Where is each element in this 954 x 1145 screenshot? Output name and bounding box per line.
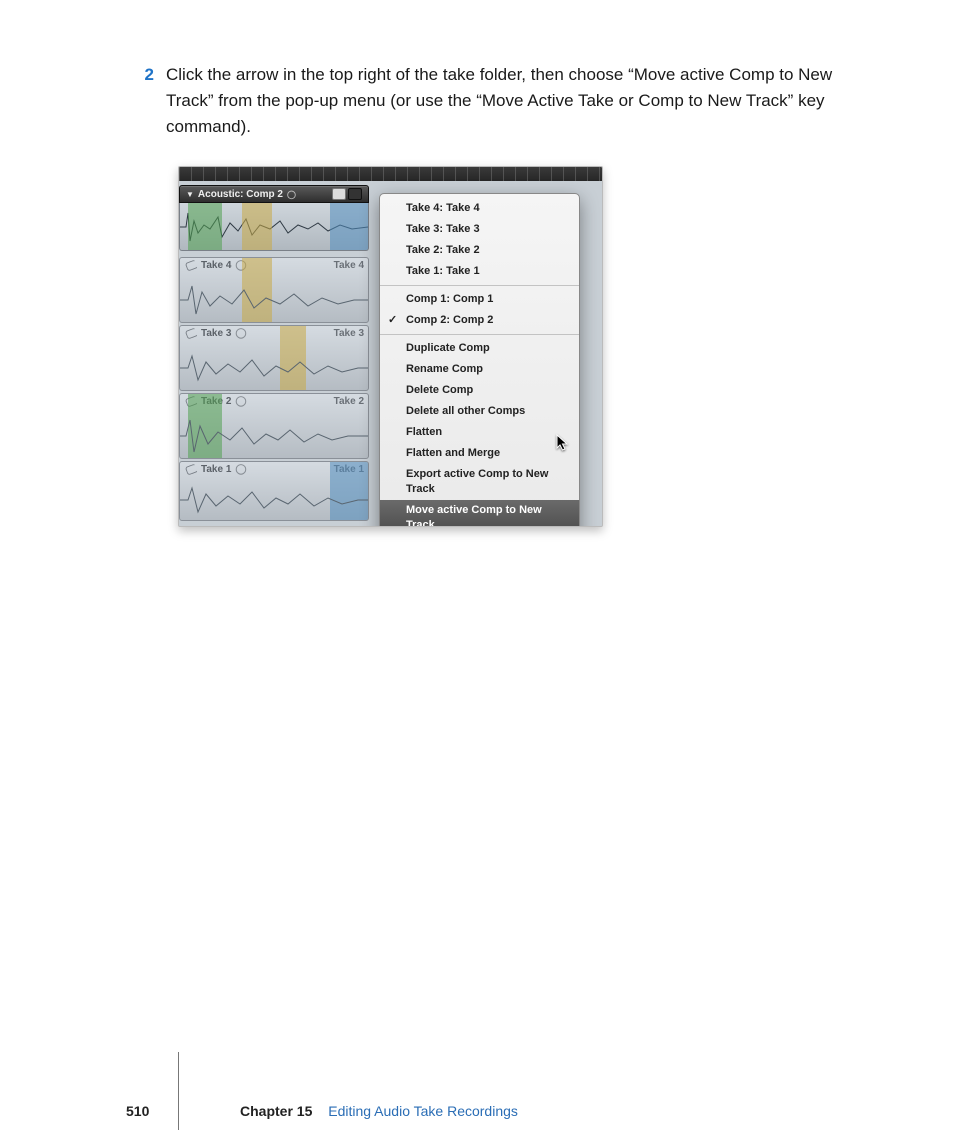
footer-rule <box>178 1052 179 1130</box>
take-region[interactable]: Take 2◯ Take 2 <box>179 393 369 459</box>
menu-item[interactable]: Duplicate Comp <box>380 338 579 359</box>
comp-folder-header[interactable]: ▼ Acoustic: Comp 2 ◯ <box>179 185 369 203</box>
screenshot-figure: ▼ Acoustic: Comp 2 ◯ Take 4◯ Take 4 <box>178 166 603 527</box>
menu-item[interactable]: Take 3: Take 3 <box>380 219 579 240</box>
waveform-icon <box>180 326 369 391</box>
chapter-label: Chapter 15 <box>240 1103 312 1119</box>
checkmark-icon: ✓ <box>388 313 397 328</box>
step-number: 2 <box>140 62 154 88</box>
take-region[interactable]: Take 3◯ Take 3 <box>179 325 369 391</box>
tool-icon[interactable] <box>332 188 346 200</box>
menu-item-checked[interactable]: ✓Comp 2: Comp 2 <box>380 310 579 331</box>
instruction-step: 2 Click the arrow in the top right of th… <box>140 62 874 140</box>
loop-icon: ◯ <box>287 190 296 199</box>
menu-item[interactable]: Comp 1: Comp 1 <box>380 289 579 310</box>
take-region[interactable]: Take 4◯ Take 4 <box>179 257 369 323</box>
chapter-title: Editing Audio Take Recordings <box>328 1103 518 1119</box>
take-folder-popup-menu: Take 4: Take 4 Take 3: Take 3 Take 2: Ta… <box>379 193 580 527</box>
popup-arrow-icon[interactable] <box>348 188 362 200</box>
comp-segment <box>188 203 222 250</box>
waveform-icon <box>180 258 369 323</box>
menu-item[interactable]: Take 4: Take 4 <box>380 198 579 219</box>
timeline-ruler <box>179 167 602 181</box>
page-number: 510 <box>126 1103 149 1119</box>
menu-item[interactable]: Rename Comp <box>380 359 579 380</box>
disclosure-triangle-icon[interactable]: ▼ <box>186 190 194 199</box>
track-area: ▼ Acoustic: Comp 2 ◯ Take 4◯ Take 4 <box>179 181 602 526</box>
menu-separator <box>380 285 579 286</box>
comp-segment <box>330 203 369 250</box>
comp-title: Acoustic: Comp 2 <box>198 189 283 200</box>
menu-item[interactable]: Take 1: Take 1 <box>380 261 579 282</box>
menu-item-highlighted[interactable]: Move active Comp to New Track <box>380 500 579 527</box>
comp-segment <box>242 203 272 250</box>
step-text: Click the arrow in the top right of the … <box>166 62 874 140</box>
menu-item[interactable]: Delete Comp <box>380 380 579 401</box>
menu-item[interactable]: Flatten <box>380 422 579 443</box>
menu-item[interactable]: Flatten and Merge <box>380 443 579 464</box>
chapter-reference: Chapter 15 Editing Audio Take Recordings <box>240 1103 518 1119</box>
take-region[interactable]: Take 1◯ Take 1 <box>179 461 369 521</box>
waveform-icon <box>180 462 369 521</box>
waveform-icon <box>180 394 369 459</box>
comp-header-tools[interactable] <box>332 188 362 200</box>
menu-item[interactable]: Delete all other Comps <box>380 401 579 422</box>
menu-item[interactable]: Take 2: Take 2 <box>380 240 579 261</box>
comp-region[interactable] <box>179 203 369 251</box>
menu-separator <box>380 334 579 335</box>
menu-item[interactable]: Export active Comp to New Track <box>380 464 579 500</box>
